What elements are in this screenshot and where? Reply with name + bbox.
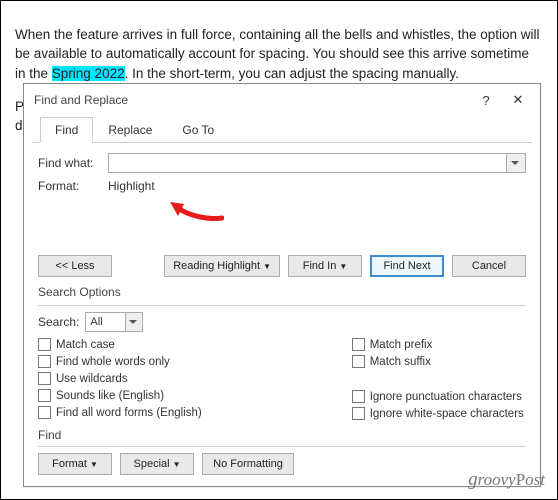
dialog-body: Find what: Format: Highlight << Less Rea…	[24, 143, 540, 487]
wildcards-checkbox[interactable]: Use wildcards	[38, 372, 202, 385]
tab-label: Go To	[182, 123, 214, 137]
checkbox-label: Match case	[56, 339, 115, 351]
chevron-down-icon: ▼	[263, 262, 271, 271]
find-next-button[interactable]: Find Next	[370, 255, 444, 277]
format-button[interactable]: Format▼	[38, 453, 112, 475]
annotation-arrow-icon	[164, 198, 224, 226]
button-label: Special	[134, 458, 170, 470]
checkbox-icon	[38, 355, 51, 368]
button-label: Find Next	[383, 260, 430, 272]
word-forms-checkbox[interactable]: Find all word forms (English)	[38, 406, 202, 419]
highlight-spring-2022: Spring 2022	[52, 66, 125, 81]
less-button[interactable]: << Less	[38, 255, 112, 277]
tab-label: Find	[55, 123, 78, 137]
checkbox-icon	[352, 355, 365, 368]
format-label: Format:	[38, 179, 108, 193]
button-label: Reading Highlight	[173, 260, 260, 272]
close-button[interactable]: ✕	[502, 90, 534, 110]
find-what-label: Find what:	[38, 156, 108, 170]
checkbox-icon	[38, 406, 51, 419]
dialog-titlebar[interactable]: Find and Replace ? ✕	[24, 84, 540, 116]
bottom-button-row: Format▼ Special▼ No Formatting	[38, 453, 526, 475]
checkbox-icon	[38, 372, 51, 385]
checkbox-label: Match suffix	[370, 356, 431, 368]
paragraph-1: When the feature arrives in full force, …	[15, 25, 543, 84]
reading-highlight-button[interactable]: Reading Highlight▼	[164, 255, 280, 277]
divider	[38, 305, 526, 306]
cancel-button[interactable]: Cancel	[452, 255, 526, 277]
checkbox-label: Ignore punctuation characters	[370, 391, 522, 403]
chevron-down-icon: ▼	[339, 262, 347, 271]
match-suffix-checkbox[interactable]: Match suffix	[352, 355, 524, 368]
tab-find[interactable]: Find	[40, 117, 93, 143]
button-label: << Less	[55, 260, 94, 272]
sounds-like-checkbox[interactable]: Sounds like (English)	[38, 389, 202, 402]
select-value: All	[90, 316, 102, 328]
help-button[interactable]: ?	[470, 90, 502, 110]
checkbox-label: Find whole words only	[56, 356, 170, 368]
button-label: No Formatting	[213, 458, 283, 470]
match-case-checkbox[interactable]: Match case	[38, 338, 202, 351]
whole-words-checkbox[interactable]: Find whole words only	[38, 355, 202, 368]
checkbox-icon	[38, 338, 51, 351]
ignore-ws-checkbox[interactable]: Ignore white-space characters	[352, 407, 524, 420]
tab-label: Replace	[108, 123, 152, 137]
no-formatting-button[interactable]: No Formatting	[202, 453, 294, 475]
checkbox-label: Match prefix	[370, 339, 433, 351]
search-direction-select[interactable]: All	[85, 312, 143, 332]
dialog-title: Find and Replace	[34, 93, 470, 107]
search-label: Search:	[38, 315, 79, 329]
divider	[38, 446, 526, 447]
chevron-down-icon: ▼	[90, 460, 98, 469]
search-options-heading: Search Options	[38, 285, 526, 299]
checkbox-icon	[38, 389, 51, 402]
button-label: Cancel	[472, 260, 506, 272]
options-columns: Match case Find whole words only Use wil…	[38, 338, 526, 420]
format-row: Format: Highlight	[38, 179, 526, 193]
checkbox-label: Find all word forms (English)	[56, 407, 202, 419]
watermark: groovyPost	[468, 469, 545, 491]
find-what-row: Find what:	[38, 153, 526, 173]
button-label: Format	[52, 458, 87, 470]
find-group-heading: Find	[38, 428, 526, 442]
checkbox-icon	[352, 338, 365, 351]
search-direction-row: Search: All	[38, 312, 526, 332]
find-replace-dialog: Find and Replace ? ✕ Find Replace Go To …	[23, 83, 541, 487]
main-button-row: << Less Reading Highlight▼ Find In▼ Find…	[38, 255, 526, 277]
close-icon: ✕	[513, 92, 524, 108]
checkbox-label: Ignore white-space characters	[370, 408, 524, 420]
checkbox-label: Sounds like (English)	[56, 390, 164, 402]
checkbox-label: Use wildcards	[56, 373, 128, 385]
find-group: Find Format▼ Special▼ No Formatting	[38, 426, 526, 481]
special-button[interactable]: Special▼	[120, 453, 194, 475]
options-left-column: Match case Find whole words only Use wil…	[38, 338, 202, 420]
match-prefix-checkbox[interactable]: Match prefix	[352, 338, 524, 351]
help-icon: ?	[482, 93, 489, 108]
find-what-input[interactable]	[108, 153, 526, 173]
checkbox-icon	[352, 390, 365, 403]
find-in-button[interactable]: Find In▼	[288, 255, 362, 277]
ignore-punct-checkbox[interactable]: Ignore punctuation characters	[352, 390, 524, 403]
checkbox-icon	[352, 407, 365, 420]
format-value: Highlight	[108, 179, 155, 193]
dialog-tabs: Find Replace Go To	[32, 116, 532, 143]
chevron-down-icon: ▼	[173, 460, 181, 469]
text: . In the short-term, you can adjust the …	[125, 66, 459, 81]
tab-goto[interactable]: Go To	[167, 117, 229, 143]
spacer	[352, 372, 524, 386]
button-label: Find In	[303, 260, 337, 272]
tab-replace[interactable]: Replace	[93, 117, 167, 143]
options-right-column: Match prefix Match suffix Ignore punctua…	[352, 338, 524, 420]
